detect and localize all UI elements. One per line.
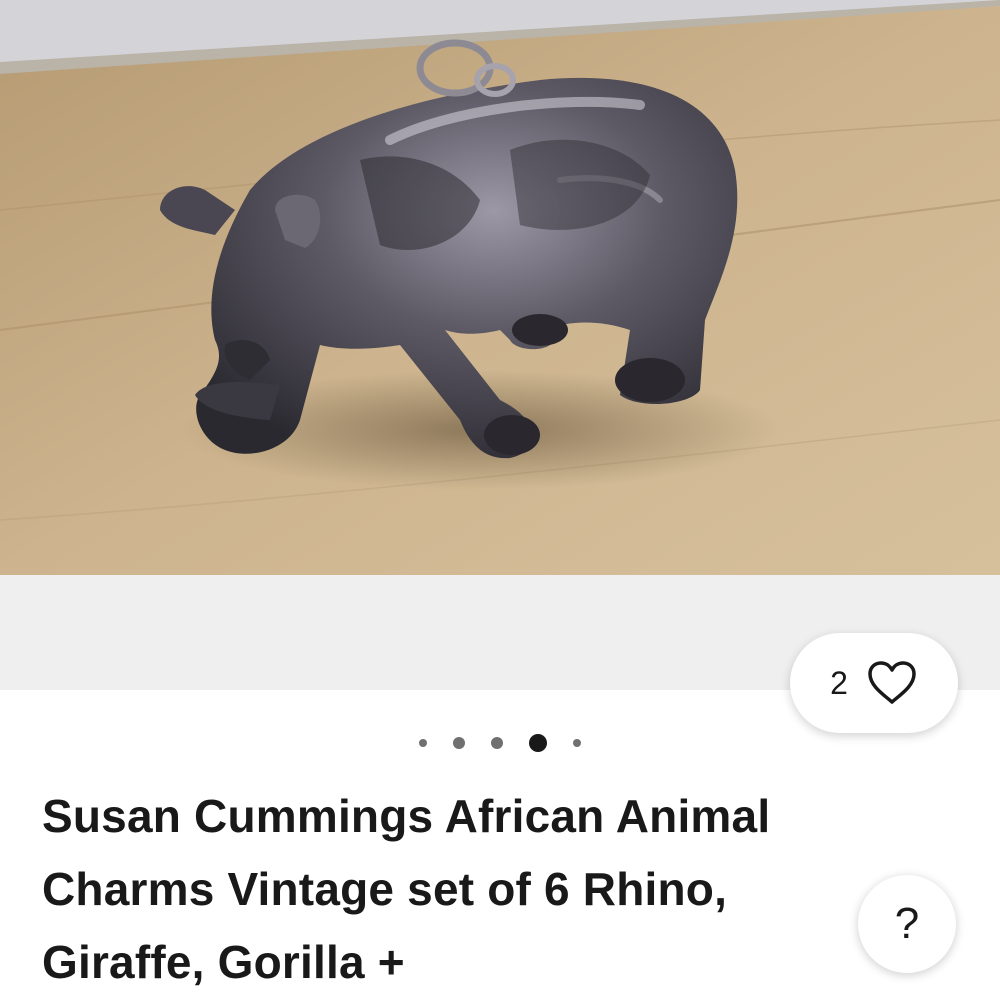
heart-icon — [868, 661, 916, 704]
listing-title: Susan Cummings African Animal Charms Vin… — [42, 790, 771, 988]
product-photo[interactable] — [0, 0, 1000, 575]
gallery-pagination — [0, 730, 1000, 756]
watch-button[interactable]: 2 — [790, 633, 958, 733]
pagination-dot[interactable] — [419, 739, 427, 747]
pagination-dot[interactable] — [453, 737, 465, 749]
help-icon: ? — [894, 899, 920, 948]
pagination-dot[interactable] — [573, 739, 581, 747]
pagination-dot[interactable] — [491, 737, 503, 749]
watch-count: 2 — [830, 664, 848, 701]
pagination-dot-active[interactable] — [529, 734, 547, 752]
image-gallery[interactable]: 2 — [0, 0, 1000, 733]
help-button[interactable]: ? — [858, 875, 956, 973]
